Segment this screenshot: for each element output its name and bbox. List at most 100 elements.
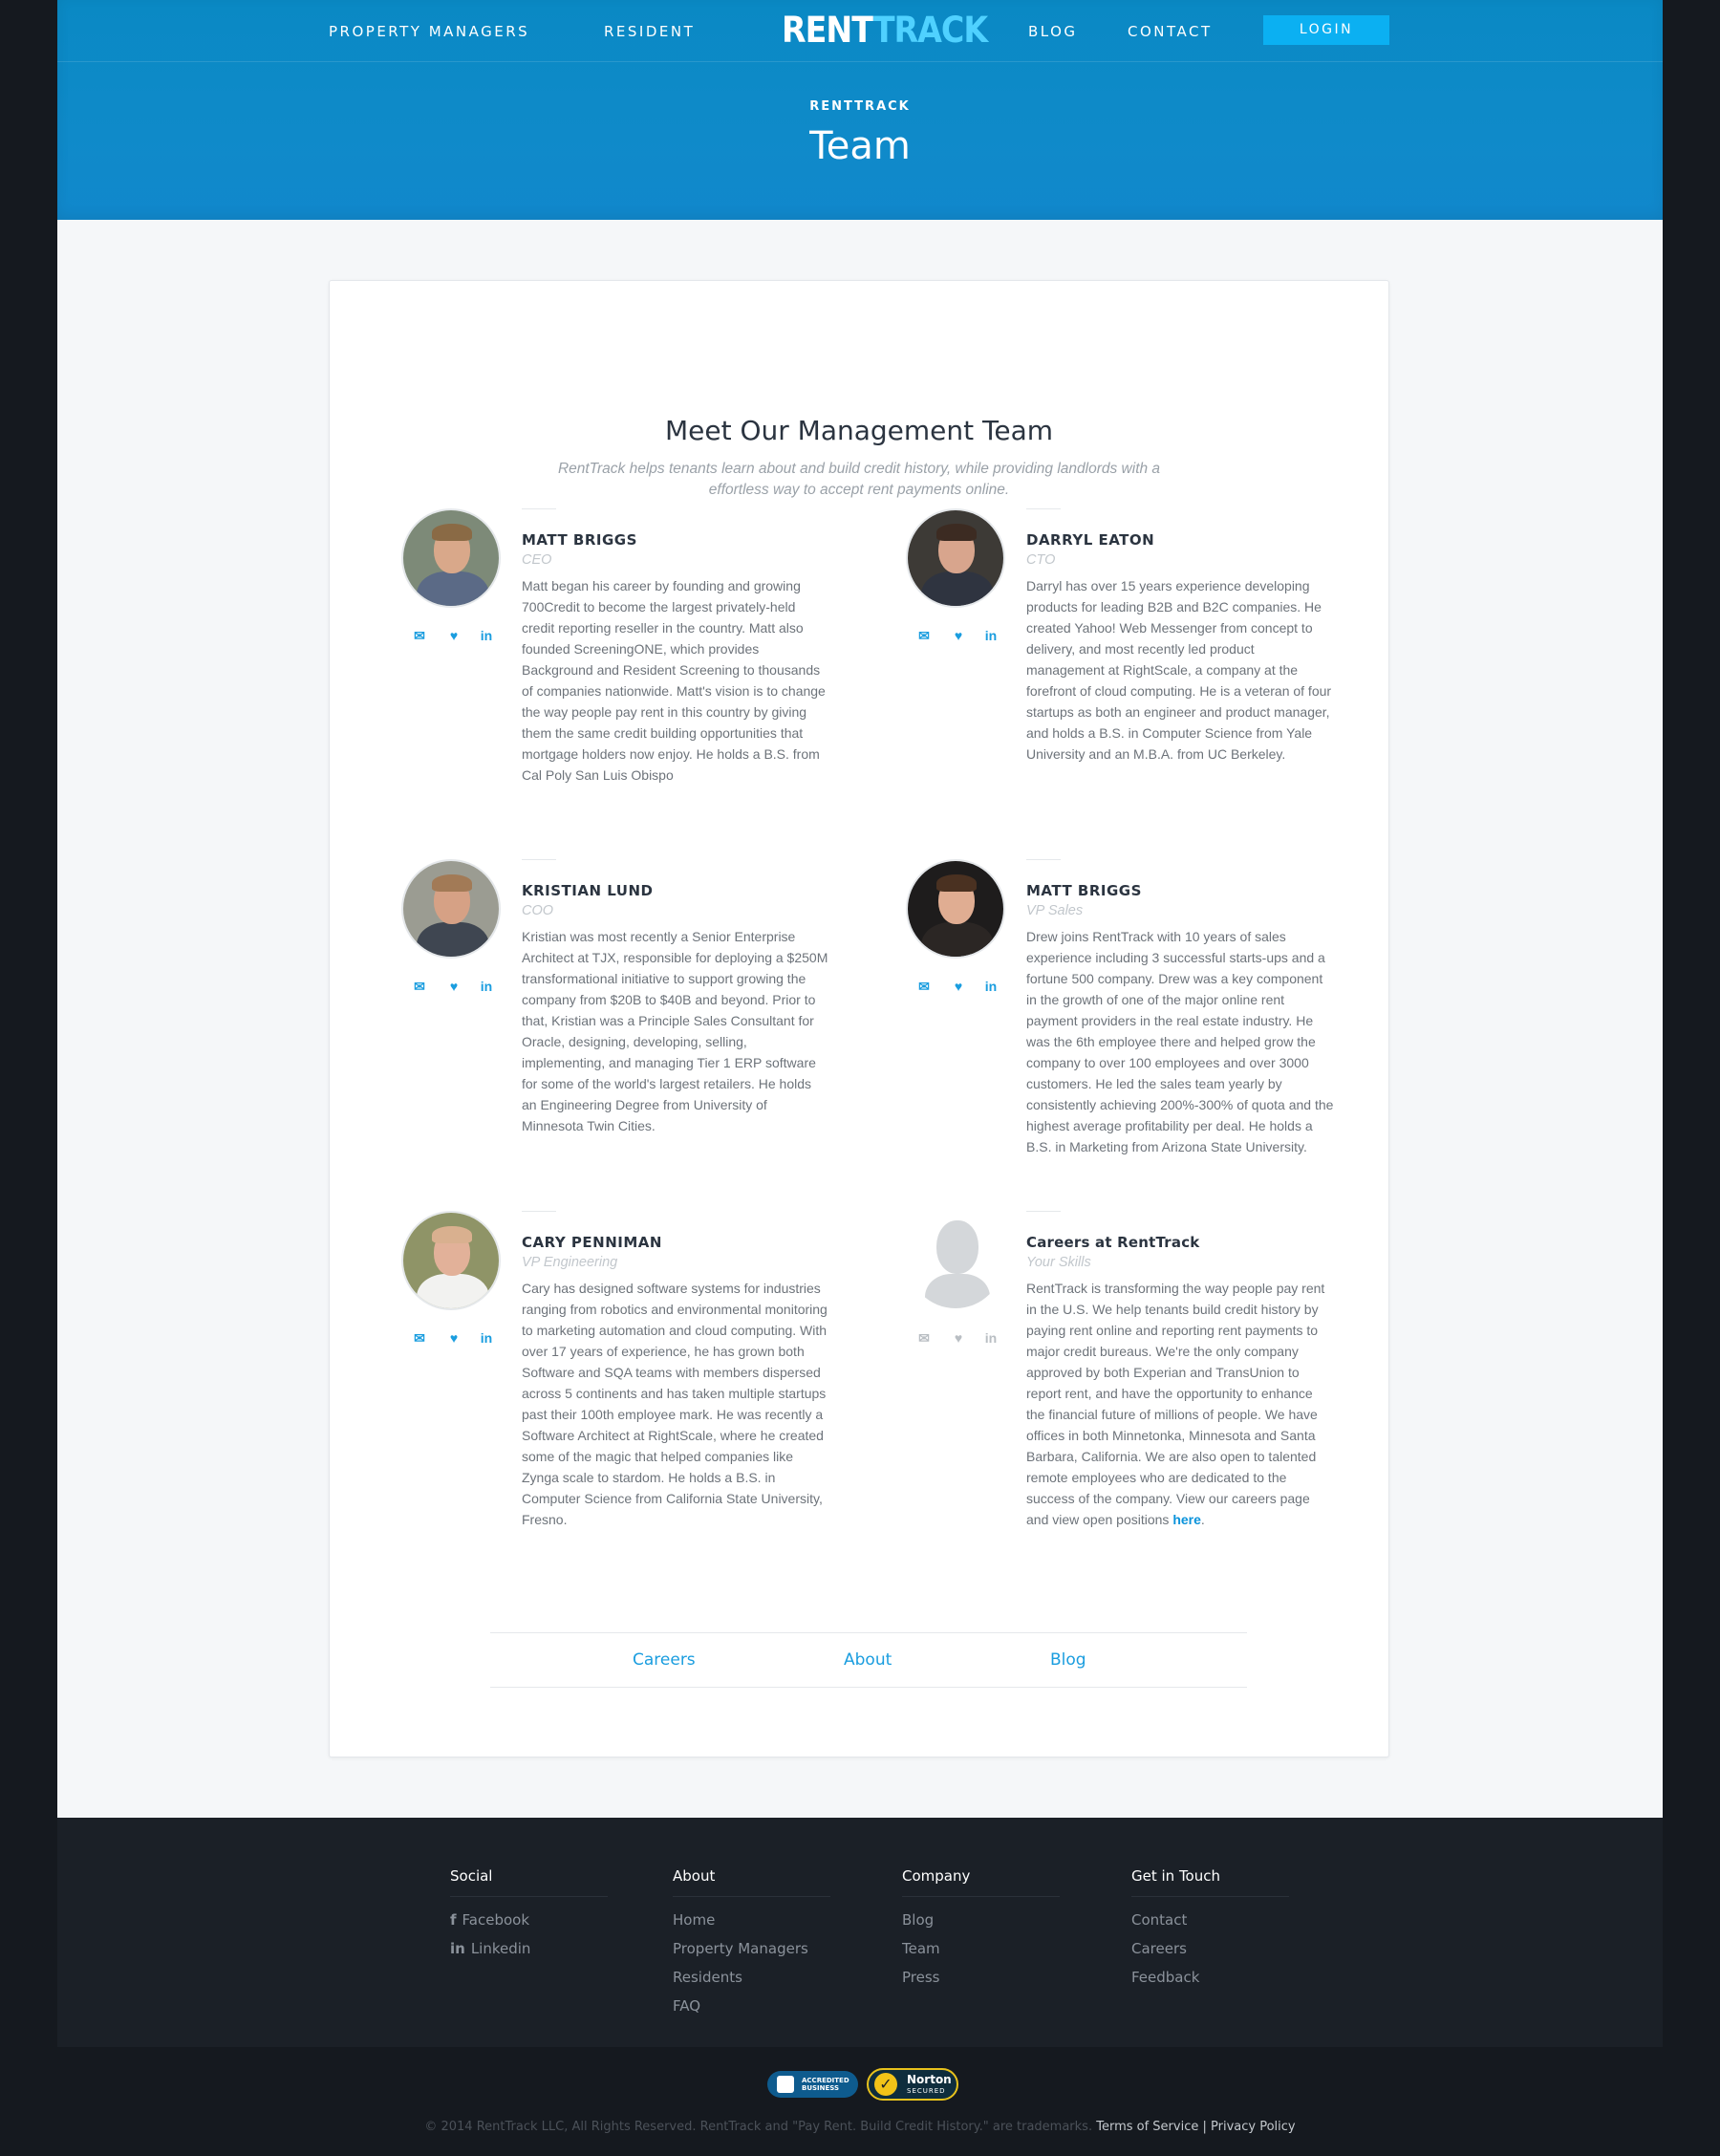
linkedin-icon[interactable]: in: [982, 1329, 1000, 1347]
avatar: [906, 508, 1005, 608]
footer-link-feedback[interactable]: Feedback: [1131, 1963, 1289, 1992]
member-bio: Cary has designed software systems for i…: [522, 1281, 828, 1527]
envelope-icon[interactable]: ✉: [915, 1329, 933, 1347]
link-blog[interactable]: Blog: [1050, 1650, 1086, 1670]
avatar: [906, 859, 1005, 959]
social-links: ✉ ♥ in: [411, 627, 497, 646]
social-links: ✉ ♥ in: [915, 1329, 1001, 1348]
member-role: CTO: [1026, 552, 1056, 568]
twitter-icon[interactable]: ♥: [950, 1329, 967, 1347]
footer-link-home[interactable]: Home: [673, 1906, 830, 1934]
renttrack-logo[interactable]: RENTTRACK: [782, 10, 988, 52]
footer-link-residents[interactable]: Residents: [673, 1963, 830, 1992]
twitter-icon[interactable]: ♥: [445, 1329, 462, 1347]
footer-link-contact[interactable]: Contact: [1131, 1906, 1289, 1934]
careers-text: RentTrack is transforming the way people…: [1026, 1278, 1334, 1530]
logo-text-rent: RENT: [782, 10, 874, 51]
footer-col-contact: Get in Touch Contact Careers Feedback: [1131, 1867, 1289, 1992]
twitter-icon[interactable]: ♥: [950, 627, 967, 644]
member-bio: Kristian was most recently a Senior Ente…: [522, 929, 828, 1133]
careers-here-link[interactable]: here: [1172, 1512, 1201, 1527]
envelope-icon[interactable]: ✉: [411, 627, 428, 644]
twitter-icon[interactable]: ♥: [445, 978, 462, 995]
linkedin-icon[interactable]: in: [478, 1329, 495, 1347]
footer-link-careers[interactable]: Careers: [1131, 1934, 1289, 1963]
footer-link-blog[interactable]: Blog: [902, 1906, 1060, 1934]
twitter-icon[interactable]: ♥: [950, 978, 967, 995]
nav-resident[interactable]: RESIDENT: [604, 23, 695, 40]
footer-link-label: Linkedin: [470, 1940, 531, 1957]
link-careers[interactable]: Careers: [633, 1650, 696, 1670]
member-name: DARRYL EATON: [1026, 531, 1155, 549]
terms-link[interactable]: Terms of Service: [1096, 2120, 1198, 2134]
footer-link-facebook[interactable]: f Facebook: [450, 1906, 608, 1934]
placeholder-avatar-icon: [906, 1211, 1005, 1310]
member-bio: Darryl has over 15 years experience deve…: [1026, 578, 1332, 762]
hero-header: PROPERTY MANAGERS RESIDENT RENTTRACK BLO…: [57, 0, 1663, 220]
avatar: [401, 859, 501, 959]
avatar: [401, 1211, 501, 1310]
page-title: Team: [809, 124, 911, 168]
copyright-text: © 2014 RentTrack LLC, All Rights Reserve…: [424, 2120, 1093, 2134]
careers-title: Careers at RentTrack: [1026, 1234, 1200, 1251]
login-button[interactable]: LOGIN: [1263, 15, 1389, 45]
footer-link-faq[interactable]: FAQ: [673, 1992, 830, 2020]
social-links: ✉ ♥ in: [915, 627, 1001, 646]
content-area: Meet Our Management Team RentTrack helps…: [57, 220, 1663, 1818]
member-role: COO: [522, 903, 554, 918]
footer-link-linkedin[interactable]: in Linkedin: [450, 1934, 608, 1963]
section-intro: RentTrack helps tenants learn about and …: [557, 461, 1161, 498]
footer-heading: Company: [902, 1867, 1060, 1897]
divider: [522, 1211, 556, 1212]
footer-link-property-managers[interactable]: Property Managers: [673, 1934, 830, 1963]
norton-sublabel: SECURED: [907, 2087, 946, 2095]
member-name: CARY PENNIMAN: [522, 1234, 662, 1251]
footer-link-team[interactable]: Team: [902, 1934, 1060, 1963]
footer-col-company: Company Blog Team Press: [902, 1867, 1060, 1992]
social-links: ✉ ♥ in: [915, 978, 1001, 997]
member-name: KRISTIAN LUND: [522, 882, 654, 899]
nav-blog[interactable]: BLOG: [1028, 23, 1078, 40]
member-role: VP Engineering: [522, 1255, 618, 1270]
envelope-icon[interactable]: ✉: [411, 978, 428, 995]
logo-text-track: TRACK: [872, 10, 988, 51]
member-name: MATT BRIGGS: [522, 531, 637, 549]
nav-contact[interactable]: CONTACT: [1128, 23, 1213, 40]
trust-badges: ACCREDITED BUSINESS NortonSECURED: [767, 2068, 958, 2101]
bottom-links: Careers About Blog: [490, 1632, 1247, 1688]
divider: [1026, 1211, 1061, 1212]
privacy-link[interactable]: Privacy Policy: [1211, 2120, 1296, 2134]
team-card: Meet Our Management Team RentTrack helps…: [329, 280, 1389, 1757]
linkedin-icon[interactable]: in: [478, 978, 495, 995]
member-bio: Drew joins RentTrack with 10 years of sa…: [1026, 929, 1334, 1154]
link-about[interactable]: About: [844, 1650, 892, 1670]
nav-property-managers[interactable]: PROPERTY MANAGERS: [329, 23, 529, 40]
page-eyebrow: RENTTRACK: [809, 99, 911, 114]
member-name: MATT BRIGGS: [1026, 882, 1142, 899]
footer-heading: About: [673, 1867, 830, 1897]
member-role: CEO: [522, 552, 552, 568]
norton-badge[interactable]: NortonSECURED: [867, 2068, 958, 2101]
divider: [522, 859, 556, 860]
separator: |: [1202, 2120, 1207, 2134]
careers-subtitle: Your Skills: [1026, 1255, 1091, 1270]
envelope-icon[interactable]: ✉: [411, 1329, 428, 1347]
envelope-icon[interactable]: ✉: [915, 627, 933, 644]
avatar: [401, 508, 501, 608]
footer-link-press[interactable]: Press: [902, 1963, 1060, 1992]
section-heading: Meet Our Management Team: [664, 415, 1054, 446]
norton-label: Norton: [907, 2073, 952, 2086]
twitter-icon[interactable]: ♥: [445, 627, 462, 644]
linkedin-icon[interactable]: in: [478, 627, 495, 644]
facebook-icon: f: [450, 1911, 457, 1929]
copyright: © 2014 RentTrack LLC, All Rights Reserve…: [0, 2120, 1720, 2134]
bbb-badge[interactable]: ACCREDITED BUSINESS: [767, 2071, 858, 2098]
footer-link-label: Facebook: [462, 1911, 530, 1929]
member-bio: Matt began his career by founding and gr…: [522, 578, 826, 783]
envelope-icon[interactable]: ✉: [915, 978, 933, 995]
linkedin-icon[interactable]: in: [982, 978, 1000, 995]
linkedin-icon[interactable]: in: [982, 627, 1000, 644]
footer-heading: Social: [450, 1867, 608, 1897]
careers-body: RentTrack is transforming the way people…: [1026, 1281, 1325, 1527]
site-footer: Social f Facebook in Linkedin About Home P…: [57, 1818, 1663, 2047]
